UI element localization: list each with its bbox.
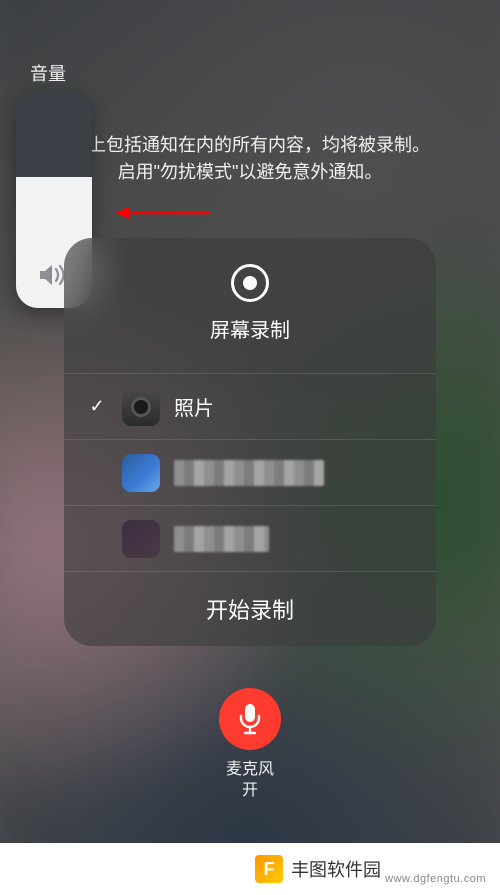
redacted-label <box>174 460 324 486</box>
destination-list: ✓ 照片 <box>64 373 436 572</box>
watermark-url: www.dgfengtu.com <box>385 873 486 885</box>
list-item[interactable]: ✓ 照片 <box>64 374 436 440</box>
mic-label-1: 麦克风 <box>226 760 274 781</box>
item-label: 照片 <box>174 392 214 421</box>
check-icon: ✓ <box>86 396 108 417</box>
mic-label-2: 开 <box>226 781 274 802</box>
microphone-section: 麦克风 开 <box>0 688 500 802</box>
app-icon <box>122 454 160 492</box>
redacted-label <box>174 526 269 552</box>
watermark-logo-icon: F <box>255 855 283 883</box>
microphone-toggle-button[interactable] <box>219 688 281 750</box>
volume-label: 音量 <box>30 60 66 86</box>
watermark-brand: 丰图软件园 <box>291 856 381 882</box>
app-icon <box>122 520 160 558</box>
list-item[interactable] <box>64 506 436 572</box>
record-icon <box>231 264 269 302</box>
microphone-label: 麦克风 开 <box>226 760 274 802</box>
panel-header: 屏幕录制 <box>64 264 436 343</box>
microphone-icon <box>237 702 263 736</box>
panel-title: 屏幕录制 <box>210 314 290 343</box>
start-recording-button[interactable]: 开始录制 <box>64 572 436 646</box>
photos-app-icon <box>122 388 160 426</box>
screen-record-panel: 屏幕录制 ✓ 照片 开始录制 <box>64 238 436 646</box>
list-item[interactable] <box>64 440 436 506</box>
watermark-bar: F 丰图软件园 www.dgfengtu.com <box>0 843 500 895</box>
start-label: 开始录制 <box>206 593 294 625</box>
